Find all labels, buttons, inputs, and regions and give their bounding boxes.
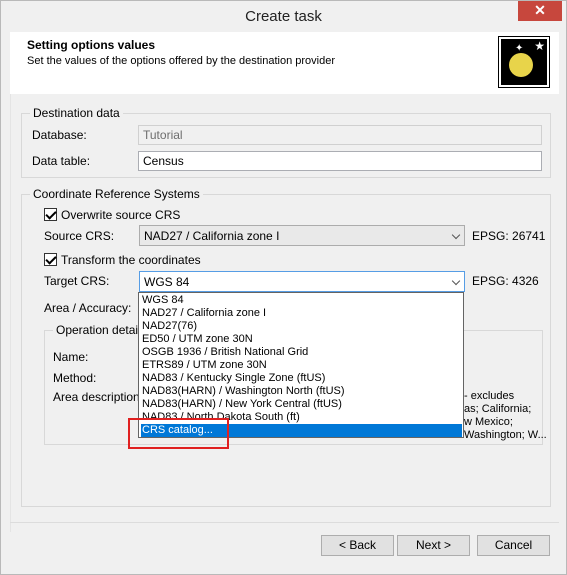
back-button[interactable]: < Back bbox=[321, 535, 394, 556]
target-crs-value: WGS 84 bbox=[144, 275, 190, 289]
footer-divider bbox=[10, 522, 559, 523]
source-crs-select[interactable]: NAD27 / California zone I bbox=[139, 225, 465, 246]
list-item[interactable]: WGS 84 bbox=[141, 294, 462, 307]
list-item[interactable]: NAD27 / California zone I bbox=[141, 307, 462, 320]
close-icon: ✕ bbox=[534, 2, 546, 18]
source-crs-label: Source CRS: bbox=[44, 229, 115, 243]
list-item[interactable]: OSGB 1936 / British National Grid bbox=[141, 346, 462, 359]
create-task-window: Create task ✕ Setting options values Set… bbox=[0, 0, 567, 575]
cancel-button[interactable]: Cancel bbox=[477, 535, 550, 556]
close-button[interactable]: ✕ bbox=[518, 1, 562, 21]
operation-name-label: Name: bbox=[53, 350, 89, 364]
operation-method-label: Method: bbox=[53, 371, 97, 385]
wizard-logo-icon: ★ ✦ bbox=[498, 36, 550, 88]
destination-group-label: Destination data bbox=[33, 106, 120, 120]
header-title: Setting options values bbox=[27, 38, 156, 52]
target-crs-label: Target CRS: bbox=[44, 274, 110, 288]
list-item[interactable]: NAD83 / Kentucky Single Zone (ftUS) bbox=[141, 372, 462, 385]
list-item[interactable]: NAD27(76) bbox=[141, 320, 462, 333]
title-bar: Create task ✕ bbox=[1, 1, 566, 32]
source-crs-value: NAD27 / California zone I bbox=[144, 229, 280, 243]
overwrite-crs-label: Overwrite source CRS bbox=[61, 208, 181, 222]
operation-area-label: Area description: bbox=[53, 390, 144, 404]
next-button[interactable]: Next > bbox=[397, 535, 470, 556]
area-description-text: - excludes as; California; w Mexico; Was… bbox=[464, 390, 547, 441]
data-table-field[interactable]: Census bbox=[138, 151, 542, 171]
list-item[interactable]: ED50 / UTM zone 30N bbox=[141, 333, 462, 346]
database-label: Database: bbox=[32, 128, 87, 142]
operation-details-label: Operation details bbox=[56, 323, 147, 337]
data-table-label: Data table: bbox=[32, 154, 91, 168]
transform-checkbox[interactable] bbox=[44, 253, 57, 266]
crs-group-label: Coordinate Reference Systems bbox=[33, 187, 200, 201]
target-crs-dropdown-list: WGS 84 NAD27 / California zone I NAD27(7… bbox=[138, 292, 464, 438]
source-epsg: EPSG: 26741 bbox=[472, 229, 546, 243]
database-field: Tutorial bbox=[138, 125, 542, 145]
header-subtitle: Set the values of the options offered by… bbox=[27, 55, 335, 67]
list-item[interactable]: NAD83(HARN) / Washington North (ftUS) bbox=[141, 385, 462, 398]
window-title: Create task bbox=[245, 8, 322, 25]
target-epsg: EPSG: 4326 bbox=[472, 274, 539, 288]
highlight-annotation bbox=[128, 418, 229, 449]
target-crs-select[interactable]: WGS 84 bbox=[139, 271, 465, 292]
area-accuracy-label: Area / Accuracy: bbox=[44, 301, 132, 315]
chevron-down-icon bbox=[451, 276, 461, 286]
list-item[interactable]: ETRS89 / UTM zone 30N bbox=[141, 359, 462, 372]
chevron-down-icon bbox=[451, 230, 461, 240]
overwrite-crs-checkbox[interactable] bbox=[44, 208, 57, 221]
list-item[interactable]: NAD83(HARN) / New York Central (ftUS) bbox=[141, 398, 462, 411]
transform-label: Transform the coordinates bbox=[61, 253, 201, 267]
wizard-header: Setting options values Set the values of… bbox=[10, 32, 559, 95]
